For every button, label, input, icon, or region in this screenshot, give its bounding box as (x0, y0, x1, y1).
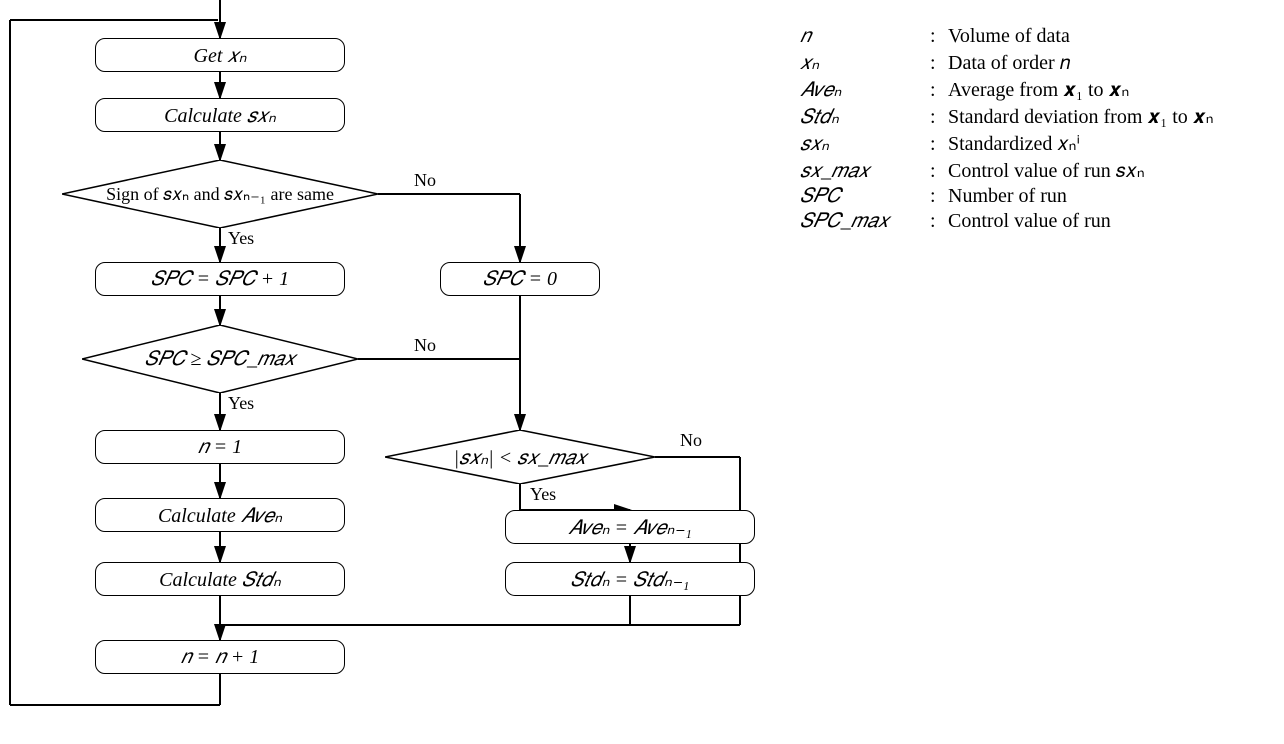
text: 𝑆𝑃𝐶 = 𝑆𝑃𝐶 + 1 (151, 268, 289, 291)
box-spc-inc: 𝑆𝑃𝐶 = 𝑆𝑃𝐶 + 1 (95, 262, 345, 296)
box-ave-prev: 𝐴𝑣𝑒ₙ = 𝐴𝑣𝑒ₙ₋₁ (505, 510, 755, 544)
legend: 𝑛:Volume of data 𝑥ₙ:Data of order 𝑛 𝐴𝑣𝑒ₙ… (800, 25, 1214, 235)
decision-spc-max: 𝑆𝑃𝐶 ≥ 𝑆𝑃𝐶_𝑚𝑎𝑥 (82, 325, 358, 393)
legend-desc: Volume of data (948, 25, 1070, 48)
box-n-eq-1: 𝑛 = 1 (95, 430, 345, 464)
box-get-xn: Get 𝑥ₙ (95, 38, 345, 72)
box-std-prev: 𝑆𝑡𝑑ₙ = 𝑆𝑡𝑑ₙ₋₁ (505, 562, 755, 596)
label-yes-2: Yes (228, 393, 254, 414)
legend-row: 𝐴𝑣𝑒ₙ:Average from 𝒙₁ to 𝒙ₙ (800, 77, 1214, 102)
legend-desc: Number of run (948, 185, 1067, 208)
legend-symbol: 𝐴𝑣𝑒ₙ (800, 77, 930, 102)
legend-symbol: 𝑛 (800, 25, 930, 48)
legend-desc: Control value of run (948, 210, 1111, 233)
text: 𝑛 = 1 (198, 436, 242, 459)
text: Calculate 𝐴𝑣𝑒ₙ (158, 503, 282, 528)
box-calc-std: Calculate 𝑆𝑡𝑑ₙ (95, 562, 345, 596)
text: Calculate 𝑠𝑥ₙ (164, 103, 276, 128)
box-n-inc: 𝑛 = 𝑛 + 1 (95, 640, 345, 674)
legend-row: 𝑆𝑃𝐶:Number of run (800, 185, 1214, 208)
legend-row: 𝑠𝑥_𝑚𝑎𝑥:Control value of run 𝑠𝑥ₙ (800, 158, 1214, 183)
text: Calculate 𝑆𝑡𝑑ₙ (159, 567, 281, 592)
text: 𝑛 = 𝑛 + 1 (181, 646, 259, 669)
legend-row: 𝑆𝑡𝑑ₙ:Standard deviation from 𝒙₁ to 𝒙ₙ (800, 104, 1214, 129)
text: 𝑆𝑡𝑑ₙ = 𝑆𝑡𝑑ₙ₋₁ (571, 567, 690, 592)
legend-desc: Data of order 𝑛 (948, 52, 1070, 75)
legend-row: 𝑆𝑃𝐶_𝑚𝑎𝑥:Control value of run (800, 210, 1214, 233)
text: 𝑆𝑃𝐶 ≥ 𝑆𝑃𝐶_𝑚𝑎𝑥 (145, 348, 296, 371)
text: 𝑆𝑃𝐶 = 0 (483, 268, 557, 291)
label-no-1: No (414, 170, 436, 191)
legend-row: 𝑠𝑥ₙ:Standardized 𝑥ₙⁱ (800, 131, 1214, 156)
legend-desc: Standard deviation from 𝒙₁ to 𝒙ₙ (948, 104, 1214, 129)
text: 𝐴𝑣𝑒ₙ = 𝐴𝑣𝑒ₙ₋₁ (568, 515, 692, 540)
legend-symbol: 𝑆𝑃𝐶_𝑚𝑎𝑥 (800, 210, 930, 233)
label-no-3: No (680, 430, 702, 451)
text: Get 𝑥ₙ (194, 43, 247, 68)
text: Sign of 𝑠𝑥ₙ and 𝑠𝑥ₙ₋₁ are same (106, 184, 334, 205)
label-no-2: No (414, 335, 436, 356)
legend-symbol: 𝑥ₙ (800, 50, 930, 75)
legend-row: 𝑛:Volume of data (800, 25, 1214, 48)
legend-symbol: 𝑠𝑥_𝑚𝑎𝑥 (800, 160, 930, 183)
box-calc-ave: Calculate 𝐴𝑣𝑒ₙ (95, 498, 345, 532)
label-yes-3: Yes (530, 484, 556, 505)
box-calc-sxn: Calculate 𝑠𝑥ₙ (95, 98, 345, 132)
decision-sign-same: Sign of 𝑠𝑥ₙ and 𝑠𝑥ₙ₋₁ are same (62, 160, 378, 228)
box-spc-zero: 𝑆𝑃𝐶 = 0 (440, 262, 600, 296)
legend-symbol: 𝑆𝑡𝑑ₙ (800, 104, 930, 129)
legend-row: 𝑥ₙ:Data of order 𝑛 (800, 50, 1214, 75)
text: |𝑠𝑥ₙ| < 𝑠𝑥_𝑚𝑎𝑥 (454, 445, 587, 470)
legend-symbol: 𝑠𝑥ₙ (800, 131, 930, 156)
decision-sx-max: |𝑠𝑥ₙ| < 𝑠𝑥_𝑚𝑎𝑥 (385, 430, 655, 484)
legend-desc: Standardized 𝑥ₙⁱ (948, 131, 1080, 156)
legend-desc: Average from 𝒙₁ to 𝒙ₙ (948, 77, 1129, 102)
legend-symbol: 𝑆𝑃𝐶 (800, 185, 930, 208)
label-yes-1: Yes (228, 228, 254, 249)
flowchart-canvas: { "flow": { "b1": "Get 𝑥ₙ", "b2": "Calcu… (0, 0, 1284, 744)
legend-desc: Control value of run 𝑠𝑥ₙ (948, 158, 1145, 183)
